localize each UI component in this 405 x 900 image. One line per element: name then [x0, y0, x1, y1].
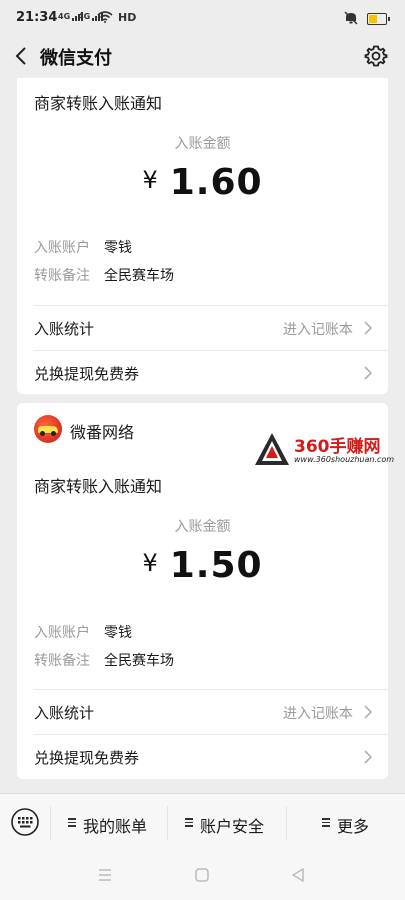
- menu-icon[interactable]: [97, 867, 113, 883]
- amount-value: ¥1.50: [17, 545, 388, 586]
- watermark-url: www.360shouzhuan.com: [294, 455, 395, 464]
- detail-key: 入账账户: [34, 625, 90, 641]
- wifi-icon: [97, 11, 113, 23]
- menu-lines-icon: [185, 818, 193, 827]
- detail-value: 零钱: [104, 240, 132, 256]
- gear-icon[interactable]: [364, 44, 388, 68]
- detail-value: 全民赛车场: [104, 268, 174, 284]
- watermark-logo: [255, 433, 289, 465]
- chevron-right-icon: [364, 705, 372, 719]
- menu-account-security[interactable]: 账户安全: [168, 794, 286, 852]
- watermark: 360手赚网 www.360shouzhuan.com: [250, 426, 394, 470]
- battery-icon: [367, 13, 390, 25]
- amount-value: ¥1.60: [17, 162, 388, 203]
- bottom-menu: 我的账单 账户安全 更多: [0, 793, 405, 852]
- network-type-label: HD: [118, 11, 137, 24]
- signal-network-label-2: 4G: [78, 12, 91, 21]
- row-label: 兑换提现免费券: [34, 749, 140, 767]
- row-label: 入账统计: [34, 320, 95, 338]
- chevron-right-icon: [364, 366, 372, 380]
- detail-row: 转账备注 全民赛车场: [34, 265, 174, 285]
- row-label: 入账统计: [34, 704, 95, 722]
- row-hint: 进入记账本: [283, 322, 353, 338]
- exchange-voucher-row[interactable]: 兑换提现免费券: [17, 735, 388, 779]
- amount-label: 入账金额: [174, 519, 231, 535]
- currency-symbol: ¥: [142, 549, 158, 577]
- menu-label: 账户安全: [200, 817, 265, 836]
- amount-number: 1.60: [169, 162, 263, 203]
- row-label: 兑换提现免费券: [34, 365, 140, 383]
- detail-key: 转账备注: [34, 268, 90, 284]
- menu-more[interactable]: 更多: [287, 794, 405, 852]
- back-chevron-icon[interactable]: [12, 45, 34, 67]
- detail-row: 转账备注 全民赛车场: [34, 650, 174, 670]
- merchant-name: 微番网络: [70, 423, 135, 442]
- currency-symbol: ¥: [142, 166, 158, 194]
- menu-label: 更多: [337, 817, 370, 836]
- notification-title: 商家转账入账通知: [34, 477, 163, 496]
- watermark-brand: 360手赚网: [294, 437, 381, 457]
- top-nav-bar: 微信支付: [0, 38, 405, 74]
- status-time: 21:34: [16, 10, 58, 25]
- menu-lines-icon: [322, 818, 330, 827]
- exchange-voucher-row[interactable]: 兑换提现免费券: [17, 351, 388, 394]
- signal-network-label: 4G: [58, 12, 71, 21]
- transfer-notification-card: 商家转账入账通知 入账金额 ¥1.60 入账账户 零钱 转账备注 全民赛车场 入账统…: [17, 78, 388, 394]
- detail-value: 零钱: [104, 625, 132, 641]
- notification-title: 商家转账入账通知: [34, 94, 163, 113]
- row-hint: 进入记账本: [283, 706, 353, 722]
- home-icon[interactable]: [194, 867, 210, 883]
- menu-label: 我的账单: [83, 817, 148, 836]
- system-nav-bar: [0, 851, 405, 900]
- chevron-right-icon: [364, 750, 372, 764]
- status-bar: 21:34 4G 4G HD: [0, 0, 405, 38]
- merchant-logo: [34, 415, 62, 443]
- income-stats-row[interactable]: 入账统计 进入记账本: [17, 690, 388, 734]
- detail-row: 入账账户 零钱: [34, 622, 132, 642]
- amount-label: 入账金额: [174, 136, 231, 152]
- detail-key: 转账备注: [34, 653, 90, 669]
- detail-key: 入账账户: [34, 240, 90, 256]
- amount-number: 1.50: [169, 545, 263, 586]
- income-stats-row[interactable]: 入账统计 进入记账本: [17, 306, 388, 350]
- page-title: 微信支付: [40, 48, 112, 69]
- detail-value: 全民赛车场: [104, 653, 174, 669]
- mute-icon: [344, 11, 358, 25]
- back-icon[interactable]: [290, 867, 306, 883]
- menu-lines-icon: [68, 818, 76, 827]
- chevron-right-icon: [364, 321, 372, 335]
- menu-my-bill[interactable]: 我的账单: [51, 794, 167, 852]
- keyboard-icon[interactable]: [10, 807, 40, 837]
- detail-row: 入账账户 零钱: [34, 237, 132, 257]
